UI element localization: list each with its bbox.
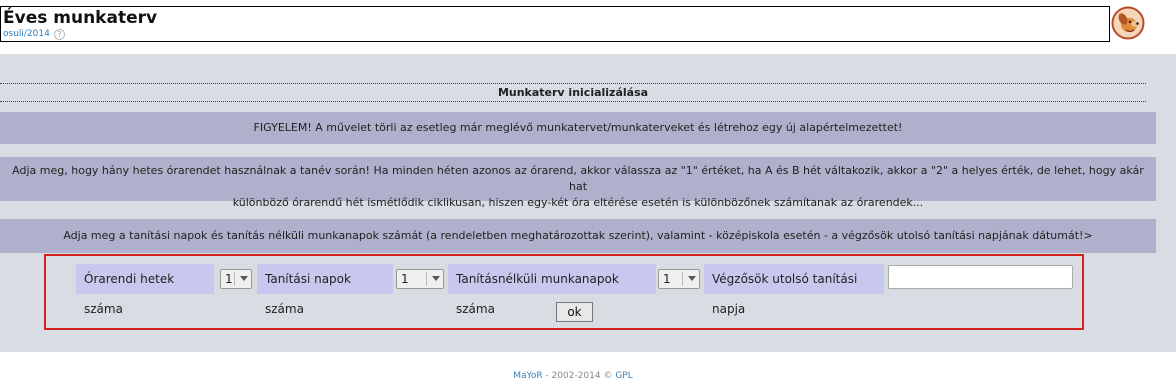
footer-license-link[interactable]: GPL <box>615 371 632 381</box>
init-form: Órarendi hetek száma 1 Tanítási napok sz… <box>44 254 1084 330</box>
chevron-down-icon <box>432 276 440 281</box>
footer-years: - 2002-2014 © <box>542 371 616 381</box>
page-title: Éves munkaterv <box>3 8 158 28</box>
main-panel: Munkaterv inicializálása FIGYELEM! A műv… <box>0 54 1176 352</box>
ok-button[interactable]: ok <box>556 302 593 322</box>
footer-brand-link[interactable]: MaYoR <box>513 371 542 381</box>
select-divider <box>682 272 683 286</box>
weeks-select-value: 1 <box>225 272 233 286</box>
workdays-select[interactable]: 1 <box>658 269 700 289</box>
select-divider <box>426 272 427 286</box>
workdays-label: Tanításnélküli munkanapok száma <box>448 264 656 316</box>
header-bar: Éves munkaterv osuli/2014 ? <box>0 6 1110 42</box>
teaching-days-label: Tanítási napok száma <box>257 264 393 316</box>
weeks-select[interactable]: 1 <box>220 269 252 289</box>
weeks-label: Órarendi hetek száma <box>76 264 214 316</box>
help-icon[interactable]: ? <box>53 28 65 40</box>
weeks-description: Adja meg, hogy hány hetes órarendet hasz… <box>0 157 1156 209</box>
teaching-days-select[interactable]: 1 <box>396 269 444 289</box>
subtitle-row: osuli/2014 ? <box>3 28 65 40</box>
days-description: Adja meg a tanítási napok és tanítás nél… <box>0 219 1156 253</box>
mayor-dog-logo-icon[interactable] <box>1111 6 1145 40</box>
weeks-description-line-1: Adja meg, hogy hány hetes órarendet hasz… <box>12 164 1144 193</box>
chevron-down-icon <box>688 276 696 281</box>
weeks-description-line-2: különböző órarendű hét ismétlődik ciklik… <box>232 196 924 209</box>
select-divider <box>234 272 235 286</box>
section-title: Munkaterv inicializálása <box>0 83 1146 102</box>
footer: MaYoR - 2002-2014 © GPL <box>0 371 1146 381</box>
workdays-select-value: 1 <box>663 272 671 286</box>
warning-message: FIGYELEM! A művelet törli az esetleg már… <box>0 112 1156 144</box>
teaching-days-select-value: 1 <box>401 272 409 286</box>
last-day-label: Végzősök utolsó tanítási napja <box>704 264 884 316</box>
last-day-input[interactable] <box>888 265 1073 289</box>
session-link[interactable]: osuli/2014 <box>3 29 50 39</box>
chevron-down-icon <box>240 276 248 281</box>
